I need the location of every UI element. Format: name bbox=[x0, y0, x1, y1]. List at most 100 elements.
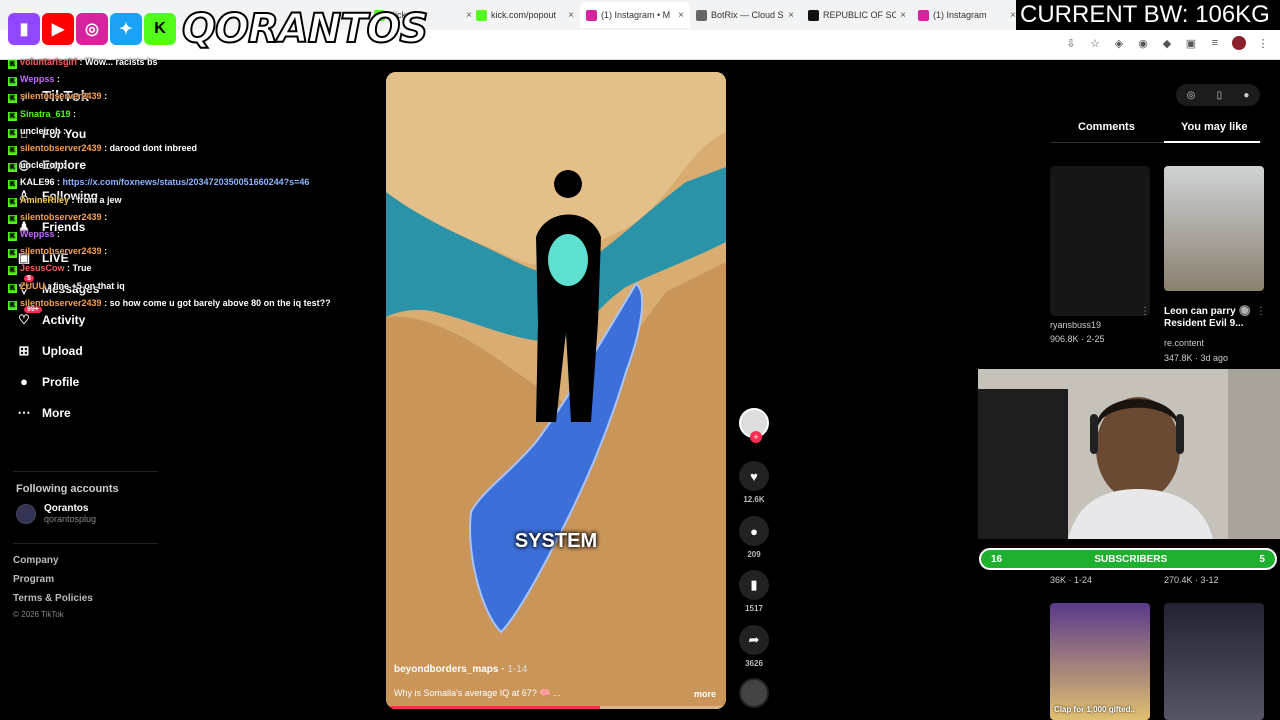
chat-username[interactable]: Weppss bbox=[20, 229, 54, 239]
close-icon[interactable]: × bbox=[568, 10, 574, 21]
reading-list-icon[interactable]: ≡ bbox=[1208, 37, 1222, 49]
kick-badge-icon: K bbox=[8, 60, 17, 69]
phone-icon[interactable]: ▯ bbox=[1217, 90, 1223, 101]
tab-title: (1) Instagram • M bbox=[601, 10, 671, 20]
view-toggle-group: ◎ ▯ ● bbox=[1176, 84, 1260, 106]
toolbar-icons: ⇩ ☆ ◈ ◉ ◆ ▣ ≡ ⋮ bbox=[1064, 36, 1270, 50]
instagram-icon: ◎ bbox=[76, 13, 108, 45]
profile-icon[interactable]: ● bbox=[1243, 90, 1249, 101]
bookmark-star-icon[interactable]: ☆ bbox=[1088, 37, 1102, 50]
chat-message: Ksilentobserver2439 : bbox=[8, 91, 108, 104]
more-button[interactable]: more bbox=[694, 689, 716, 699]
video-progress-bar[interactable] bbox=[386, 706, 726, 709]
chat-username[interactable]: silentobserver2439 bbox=[20, 212, 102, 222]
kick-badge-icon: K bbox=[8, 146, 17, 155]
more-icon: ⋯ bbox=[17, 405, 31, 420]
video-author[interactable]: beyondborders_maps · 1-14 bbox=[394, 664, 527, 675]
chat-message: Ksilentobserver2439 : darood dont inbree… bbox=[8, 143, 198, 155]
tab-title: kick.com/popout bbox=[491, 10, 557, 20]
tab-you-may-like[interactable]: You may like bbox=[1181, 121, 1247, 133]
chat-link[interactable]: https://x.com/foxnews/status/20347203500… bbox=[63, 177, 310, 187]
sidebar-item-more[interactable]: ⋯ More bbox=[16, 405, 71, 421]
like-count: 12.6K bbox=[743, 495, 765, 504]
video-stats: 270.4K · 3-12 bbox=[1164, 575, 1219, 585]
kick-badge-icon: K bbox=[8, 128, 17, 138]
webcam-feed bbox=[978, 369, 1280, 539]
chat-username[interactable]: Sinatra_619 bbox=[20, 109, 71, 119]
avatar: + bbox=[739, 408, 769, 443]
footer-link-terms[interactable]: Terms & Policies bbox=[13, 593, 93, 604]
suggested-video-thumb[interactable] bbox=[1050, 166, 1150, 316]
chat-username[interactable]: uncleiroh bbox=[20, 126, 61, 136]
sidebar-item-upload[interactable]: ⊞ Upload bbox=[16, 343, 83, 359]
menu-kebab-icon[interactable]: ⋮ bbox=[1256, 37, 1270, 50]
sidebar-item-activity[interactable]: ♡ Activity 99+ bbox=[16, 306, 86, 328]
kick-badge-icon: K bbox=[8, 249, 17, 259]
close-icon[interactable]: × bbox=[678, 10, 684, 21]
footer-link-program[interactable]: Program bbox=[13, 574, 54, 585]
browser-tab[interactable]: BotRix — Cloud S × bbox=[690, 2, 800, 28]
chat-text: True bbox=[72, 263, 92, 274]
footer-link-company[interactable]: Company bbox=[13, 555, 59, 566]
sidebar-item-label: Activity bbox=[42, 313, 86, 327]
chat-username[interactable]: voluntarisgirl bbox=[20, 57, 77, 67]
suggested-video-thumb[interactable] bbox=[1164, 603, 1264, 720]
map-video-frame bbox=[386, 72, 726, 709]
extension-icon[interactable]: ◆ bbox=[1160, 37, 1174, 50]
chat-username[interactable]: uncleiroh bbox=[20, 160, 61, 170]
video-stats: 36K · 1-24 bbox=[1050, 575, 1093, 585]
stream-platform-logos: ▮ ▶ ◎ ✦ K QORANTOS bbox=[8, 5, 429, 53]
browser-tab[interactable]: (1) Instagram × bbox=[912, 2, 1022, 28]
video-title[interactable]: Leon can parry 🔘 Resident Evil 9... bbox=[1164, 306, 1264, 330]
chat-username[interactable]: JesusCow bbox=[20, 263, 65, 273]
creator-avatar[interactable]: + bbox=[738, 408, 770, 443]
tab-underline bbox=[1050, 141, 1262, 143]
close-icon[interactable]: × bbox=[788, 10, 794, 21]
progress-fill bbox=[386, 706, 601, 709]
chat-message: K AmineRiley : from a jew bbox=[8, 194, 122, 207]
comment-count: 209 bbox=[747, 550, 761, 559]
tab-comments[interactable]: Comments bbox=[1078, 121, 1135, 133]
browser-tab[interactable]: REPUBLIC OF SO × bbox=[802, 2, 912, 28]
save-button[interactable]: ▮ bbox=[739, 570, 769, 600]
browser-tab[interactable]: kick.com/popout × bbox=[470, 2, 580, 28]
chat-username[interactable]: silentobserver2439 bbox=[20, 143, 102, 153]
install-icon[interactable]: ⇩ bbox=[1064, 37, 1078, 50]
chat-username[interactable]: KALE96 bbox=[20, 177, 55, 187]
kebab-icon[interactable]: ⋮ bbox=[1140, 306, 1150, 317]
comment-button[interactable]: ● bbox=[739, 516, 769, 546]
sidebar-item-label: Upload bbox=[42, 344, 83, 358]
chat-username[interactable]: silentobserver2439 bbox=[20, 298, 102, 308]
following-account[interactable]: Qorantos qorantosplug bbox=[16, 503, 96, 524]
video-user[interactable]: re.content bbox=[1164, 338, 1204, 348]
chat-username[interactable]: ZUUU bbox=[20, 281, 45, 291]
chat-username[interactable]: Weppss bbox=[20, 74, 54, 84]
music-disc[interactable] bbox=[739, 678, 769, 708]
chat-message: Ksilentobserver2439 : bbox=[8, 246, 108, 259]
sidebar-item-profile[interactable]: ● Profile bbox=[16, 374, 79, 389]
share-button[interactable]: ➦ bbox=[739, 625, 769, 655]
chat-message: K Sinatra_619 : bbox=[8, 108, 77, 121]
puzzle-icon[interactable]: ▣ bbox=[1184, 37, 1198, 50]
profile-avatar[interactable] bbox=[1232, 36, 1246, 50]
chat-username[interactable]: silentobserver2439 bbox=[20, 246, 102, 256]
favicon-icon bbox=[808, 9, 819, 21]
avatar bbox=[16, 503, 36, 524]
follow-plus-icon[interactable]: + bbox=[750, 431, 762, 443]
kick-badge-icon: K bbox=[8, 300, 17, 310]
close-icon[interactable]: × bbox=[900, 10, 906, 21]
like-button[interactable]: ♥ bbox=[739, 461, 769, 491]
video-user[interactable]: ryansbuss19 bbox=[1050, 320, 1101, 330]
suggested-video-thumb[interactable] bbox=[1164, 166, 1264, 291]
chat-username[interactable]: silentobserver2439 bbox=[20, 91, 102, 101]
favicon-icon bbox=[918, 9, 929, 21]
video-player[interactable]: SYSTEM beyondborders_maps · 1-14 Why is … bbox=[386, 72, 726, 709]
suggested-video-thumb[interactable]: Clap for 1,000 gifted.. bbox=[1050, 603, 1150, 720]
chat-username[interactable]: AmineRiley bbox=[20, 195, 69, 205]
browser-tab[interactable]: (1) Instagram • M × bbox=[580, 2, 690, 28]
extension-icon[interactable]: ◈ bbox=[1112, 37, 1126, 50]
streamer-name: QORANTOS bbox=[181, 5, 429, 53]
tiktok-page: ♪ TikTok ⌂ For You ◎ Explore ♙ Following ♟ Frie… bbox=[0, 61, 1280, 720]
compass-icon[interactable]: ◎ bbox=[1187, 90, 1196, 101]
extension-icon[interactable]: ◉ bbox=[1136, 37, 1150, 50]
